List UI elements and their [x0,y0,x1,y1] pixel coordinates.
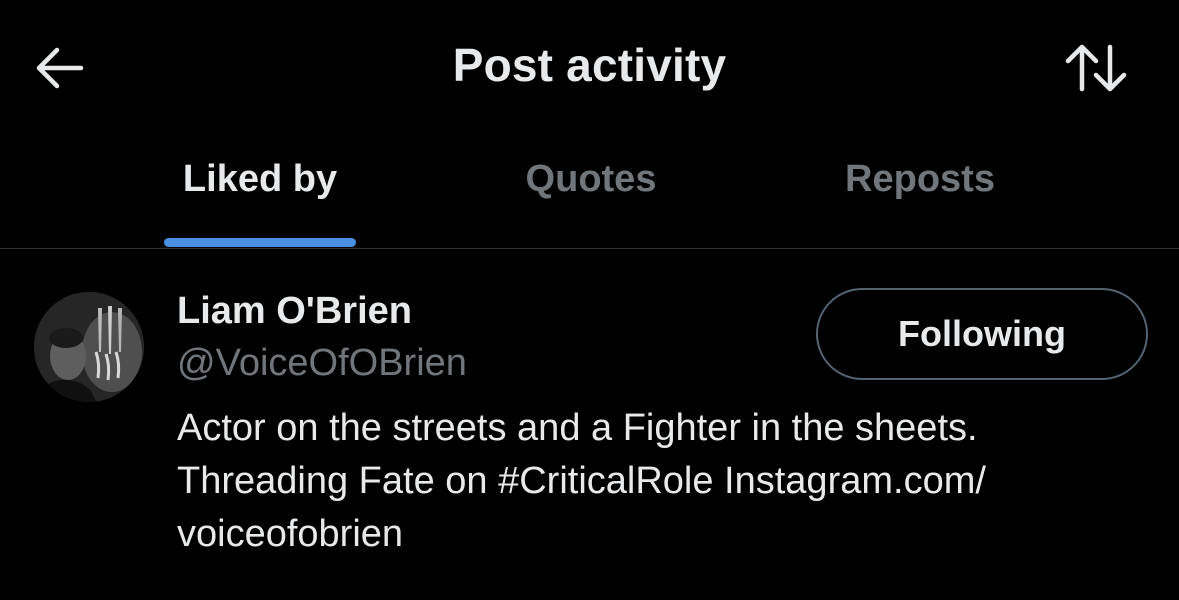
avatar[interactable] [34,292,144,402]
activity-tabs: Liked by Quotes Reposts [0,134,1179,249]
user-bio: Actor on the streets and a Fighter in th… [177,402,1137,561]
following-button[interactable]: Following [816,288,1148,380]
list-item[interactable]: Liam O'Brien @VoiceOfOBrien Following Ac… [0,250,1179,600]
tab-label: Liked by [182,158,338,200]
tab-reposts[interactable]: Reposts [800,134,1040,248]
user-handle[interactable]: @VoiceOfOBrien [177,342,467,385]
bio-line: Actor on the streets and a Fighter in th… [177,407,978,449]
bio-line: Threading Fate on #CriticalRole Instagra… [177,460,986,502]
sort-arrows-icon [1065,44,1127,92]
user-display-name[interactable]: Liam O'Brien [177,290,412,333]
bio-line: voiceofobrien [177,513,404,555]
top-bar: Post activity [0,0,1179,134]
tab-label: Quotes [525,158,657,200]
avatar-image [34,292,144,402]
tab-quotes[interactable]: Quotes [480,134,702,248]
active-tab-indicator [164,238,356,247]
sort-button[interactable] [1058,38,1134,98]
following-button-label: Following [898,313,1066,354]
page-title: Post activity [452,39,727,91]
tab-label: Reposts [845,158,995,200]
tab-liked-by[interactable]: Liked by [164,134,356,248]
